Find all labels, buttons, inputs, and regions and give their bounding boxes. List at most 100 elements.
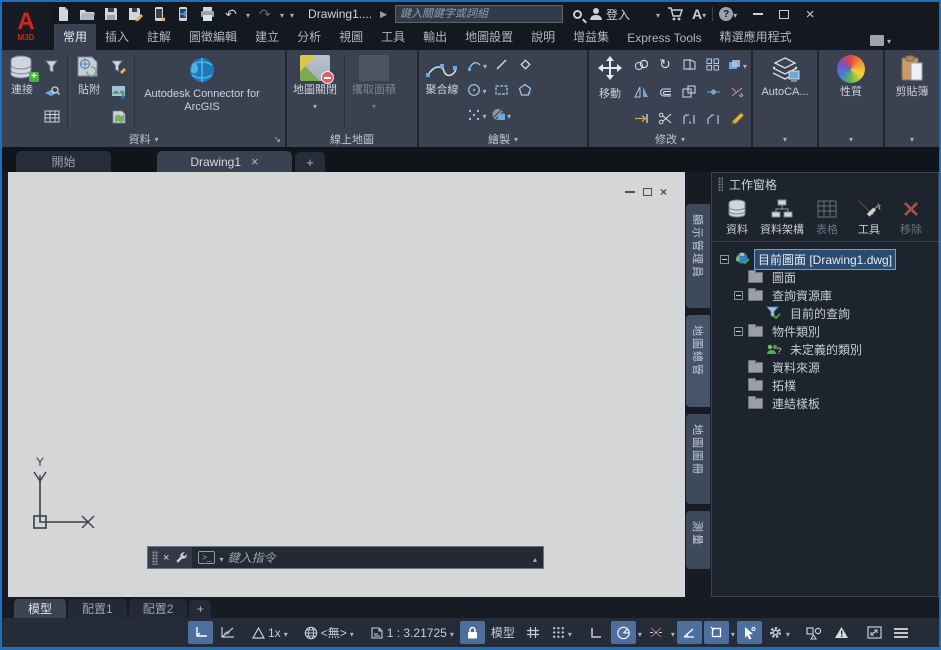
tab-analyze[interactable]: 分析 [288,24,330,50]
save-as-button[interactable] [126,5,144,23]
tab-add-ins[interactable]: 增益集 [564,24,618,50]
object-snap-tracking-toggle[interactable] [644,621,669,644]
command-bar-grip[interactable] [152,551,158,565]
insert-image-button[interactable] [107,81,131,102]
tab-help[interactable]: 說明 [522,24,564,50]
account-dropdown[interactable] [656,7,660,21]
snap-mode-button[interactable] [548,621,576,644]
panel-label-modify[interactable]: 修改 [589,130,751,147]
stretch-button[interactable] [677,54,701,75]
tab-map-setup[interactable]: 地圖設置 [456,24,522,50]
rotate-button[interactable]: ↻ [653,54,677,75]
collapse-icon[interactable] [734,291,743,300]
tab-create[interactable]: 建立 [246,24,288,50]
offset-button[interactable] [653,81,677,102]
command-input-placeholder[interactable]: 鍵入指令 [227,549,529,566]
connect-button[interactable]: + 連接 [4,53,40,130]
autodesk-a-icon[interactable]: A [692,6,702,22]
attach-button[interactable]: 貼附 [71,53,107,130]
tab-feature-edit[interactable]: 圖徵編輯 [180,24,246,50]
clean-screen-button[interactable] [862,621,887,644]
task-pane-grip[interactable] [718,177,723,191]
command-input-area[interactable]: >_ 鍵入指令 [192,547,543,568]
app-store-button[interactable] [666,5,684,23]
extend-button[interactable] [629,108,653,129]
edit-filter-button[interactable] [107,56,131,77]
taskpane-schema-button[interactable]: 資料架構 [760,199,804,237]
scale-button[interactable] [677,81,701,102]
drawing-minimize-icon[interactable] [625,191,635,193]
join-button[interactable] [701,81,725,102]
undo-dropdown[interactable] [246,7,250,21]
blend-button[interactable] [725,81,749,102]
annotation-monitor-button[interactable] [829,621,854,644]
fillet-button[interactable] [677,108,701,129]
side-tab-display-manager[interactable]: 顯示管理員 [686,204,710,308]
collapse-icon[interactable] [734,327,743,336]
isolate-objects-button[interactable] [802,621,827,644]
move-button[interactable]: 移動 [591,53,629,130]
tab-output[interactable]: 輸出 [414,24,456,50]
arcgis-connector-button[interactable]: Autodesk Connector for ArcGIS [138,53,266,130]
ortho-toggle[interactable] [584,621,609,644]
search-input[interactable] [400,8,558,20]
panel-label-clipboard[interactable] [885,130,939,147]
isometric-angle-toggle[interactable] [677,621,702,644]
panel-label-autocad[interactable] [753,130,817,147]
selection-cycling-toggle[interactable] [737,621,762,644]
tree-item-current-query[interactable]: 目前的查詢 [716,304,934,322]
tree-item-link-templates[interactable]: 連結樣板 [716,394,934,412]
polar-tracking-toggle[interactable] [611,621,636,644]
redo-dropdown[interactable] [280,7,284,21]
qat-customize-dropdown[interactable] [290,7,294,21]
tree-item-object-classes[interactable]: 物件類別 [716,322,934,340]
save-button[interactable] [102,5,120,23]
tree-item-drawings[interactable]: 圖面 [716,268,934,286]
search-icon[interactable] [573,10,582,19]
settings-button[interactable] [764,621,794,644]
panel-label-properties[interactable] [819,130,883,147]
taskpane-data-button[interactable]: 資料 [718,199,756,237]
tree-item-undefined-class[interactable]: ? 未定義的類別 [716,340,934,358]
line-button[interactable] [489,54,513,75]
tab-insert[interactable]: 插入 [96,24,138,50]
points-button[interactable] [465,104,489,125]
tree-item-data-sources[interactable]: 資料來源 [716,358,934,376]
tree-item-query-library[interactable]: 查詢資源庫 [716,286,934,304]
table-button[interactable] [40,106,64,127]
help-icon[interactable]: ? [719,7,733,21]
maximize-button[interactable] [773,5,795,23]
tab-home[interactable]: 常用 [54,24,96,50]
side-tab-map-book[interactable]: 地圖圖冊 [686,414,710,504]
layout-tab-layout2[interactable]: 配置2 [129,599,188,618]
application-menu-button[interactable]: A M3D [2,2,50,50]
tab-annotate[interactable]: 註解 [138,24,180,50]
point-style-button[interactable] [513,54,537,75]
title-expand-arrow[interactable]: ▶ [380,9,387,20]
panel-label-data[interactable]: 資料 ↘ [2,130,285,147]
customization-menu-button[interactable] [889,621,914,644]
copy-nested-button[interactable] [725,54,749,75]
mirror-button[interactable] [629,81,653,102]
hatch-button[interactable] [489,104,513,125]
autodesk-dropdown[interactable] [702,7,706,21]
panel-label-draw[interactable]: 繪製 [419,130,587,147]
properties-button[interactable]: 性質 [833,53,869,130]
new-drawing-tab-button[interactable]: + [295,152,325,172]
model-paper-toggle[interactable]: 模型 [487,621,519,644]
command-history-toggle[interactable] [533,549,537,567]
arc-button[interactable] [465,54,489,75]
drawing-canvas[interactable]: × Y X × >_ [8,172,685,597]
ribbon-display-toggle[interactable] [870,33,891,47]
circle-button[interactable] [465,79,489,100]
viewport-scale-button[interactable]: 1 : 3.21725 [366,621,458,644]
edit-pencil-button[interactable] [725,108,749,129]
search-data-button[interactable] [40,81,64,102]
publish-mobile-button[interactable] [150,5,168,23]
open-from-web-button[interactable] [174,5,192,23]
taskpane-tools-button[interactable]: 工具 [850,199,888,237]
geo-location-button[interactable]: <無> [300,621,358,644]
trim-button[interactable] [653,108,677,129]
map-document-button[interactable] [107,106,131,127]
chamfer-button[interactable] [701,108,725,129]
